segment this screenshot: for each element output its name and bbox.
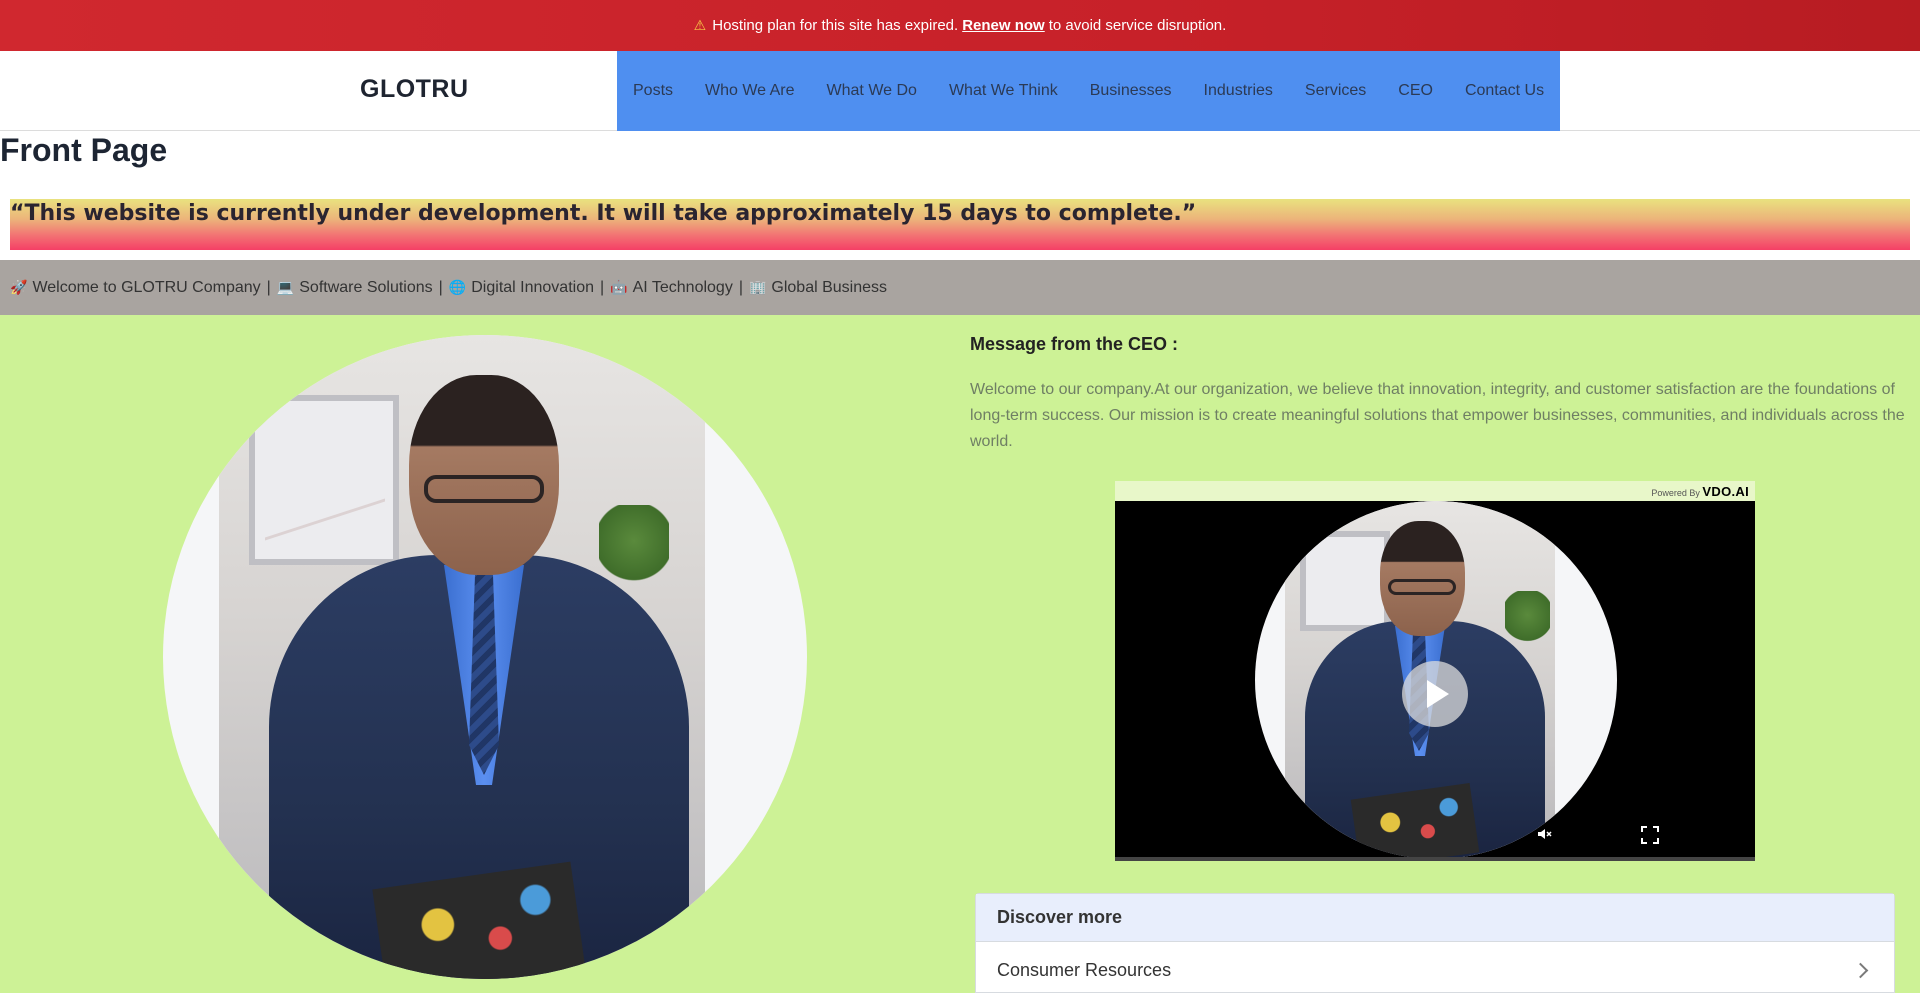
nav-item-ceo[interactable]: CEO bbox=[1398, 82, 1433, 100]
alert-text: Hosting plan for this site has expired. bbox=[712, 17, 959, 34]
discover-item-label: Consumer Resources bbox=[997, 959, 1172, 980]
discover-more-panel: Discover more Consumer Resources bbox=[975, 893, 1895, 993]
rocket-icon: 🚀 bbox=[10, 279, 28, 295]
ceo-message-heading: Message from the CEO : bbox=[970, 334, 1179, 354]
play-icon[interactable] bbox=[1402, 661, 1468, 727]
renew-now-link[interactable]: Renew now bbox=[962, 17, 1045, 34]
laptop-icon: 💻 bbox=[276, 279, 295, 295]
site-logo[interactable]: GLOTRU bbox=[360, 75, 469, 104]
ticker-item: Welcome to GLOTRU Company bbox=[32, 278, 261, 296]
nav-item-what-we-think[interactable]: What We Think bbox=[949, 82, 1058, 100]
development-banner-text: “This website is currently under develop… bbox=[10, 201, 1197, 226]
globe-icon: 🌐 bbox=[448, 279, 467, 295]
ticker-separator: | bbox=[438, 278, 443, 296]
fullscreen-icon[interactable] bbox=[1641, 826, 1659, 844]
ceo-photo bbox=[219, 335, 705, 979]
vdo-ai-logo[interactable]: VDO.AI bbox=[1702, 484, 1749, 499]
video-player[interactable]: Powered By VDO.AI bbox=[1115, 481, 1755, 861]
ticker-item: Software Solutions bbox=[299, 278, 433, 296]
nav-item-services[interactable]: Services bbox=[1305, 82, 1366, 100]
warning-icon: ⚠ bbox=[693, 17, 707, 33]
video-progress-bar[interactable] bbox=[1115, 857, 1755, 861]
site-header: GLOTRU Posts Who We Are What We Do What … bbox=[0, 51, 1920, 131]
announcement-ticker: 🚀 Welcome to GLOTRU Company | 💻 Software… bbox=[0, 260, 1920, 315]
office-icon: 🏢 bbox=[748, 279, 767, 295]
ceo-message-text: Welcome to our company.At our organizati… bbox=[970, 381, 1905, 450]
robot-icon: 🤖 bbox=[610, 279, 628, 295]
discover-more-heading: Discover more bbox=[976, 894, 1894, 942]
main-nav: Posts Who We Are What We Do What We Thin… bbox=[617, 51, 1560, 131]
development-banner: “This website is currently under develop… bbox=[10, 199, 1910, 250]
mute-icon[interactable] bbox=[1534, 826, 1554, 844]
nav-item-what-we-do[interactable]: What We Do bbox=[827, 82, 917, 100]
nav-item-industries[interactable]: Industries bbox=[1204, 82, 1273, 100]
ticker-separator: | bbox=[600, 278, 605, 296]
discover-item-consumer-resources[interactable]: Consumer Resources bbox=[976, 942, 1894, 998]
powered-by-label: Powered By VDO.AI bbox=[1651, 484, 1749, 499]
chevron-right-icon bbox=[1852, 962, 1869, 978]
hosting-expired-alert: ⚠ Hosting plan for this site has expired… bbox=[0, 0, 1920, 51]
player-header: Powered By VDO.AI bbox=[1115, 481, 1755, 501]
nav-item-contact-us[interactable]: Contact Us bbox=[1465, 82, 1544, 100]
ticker-item: Global Business bbox=[771, 278, 888, 296]
page-title: Front Page bbox=[0, 132, 168, 168]
nav-item-who-we-are[interactable]: Who We Are bbox=[705, 82, 795, 100]
powered-by-text: Powered By bbox=[1651, 488, 1700, 498]
ticker-item: AI Technology bbox=[632, 278, 733, 296]
nav-item-businesses[interactable]: Businesses bbox=[1090, 82, 1172, 100]
nav-item-posts[interactable]: Posts bbox=[633, 82, 673, 100]
ticker-separator: | bbox=[266, 278, 271, 296]
ticker-separator: | bbox=[738, 278, 743, 296]
ticker-item: Digital Innovation bbox=[471, 278, 594, 296]
alert-text-after: to avoid service disruption. bbox=[1048, 17, 1227, 34]
ceo-portrait bbox=[163, 335, 807, 979]
